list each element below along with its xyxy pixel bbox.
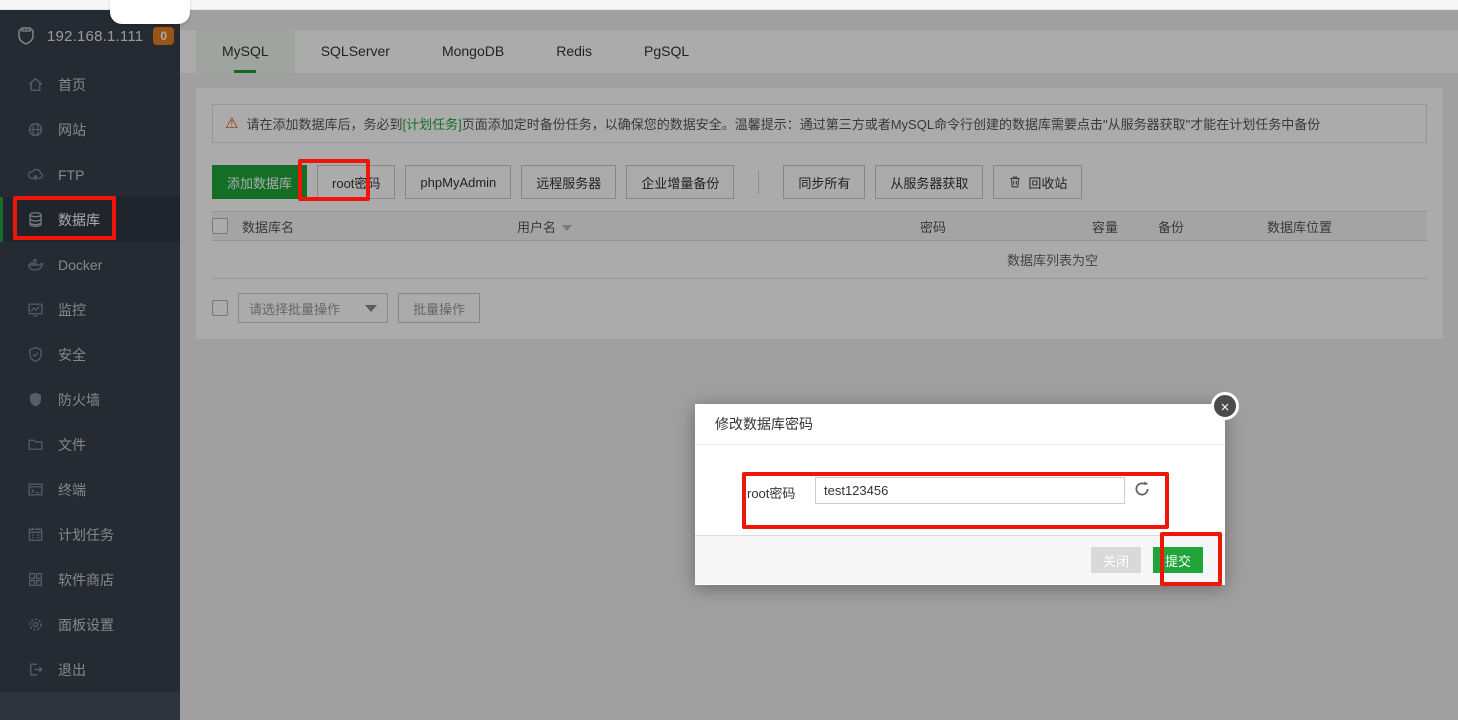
change-db-password-modal: × 修改数据库密码 root密码 关闭 提交 [695, 392, 1239, 585]
modal-footer: 关闭 提交 [695, 535, 1225, 584]
modal-submit-button[interactable]: 提交 [1152, 547, 1203, 573]
modal-title: 修改数据库密码 [695, 404, 1225, 445]
regenerate-password-icon[interactable] [1133, 480, 1151, 498]
root-password-label: root密码 [747, 486, 796, 501]
modal-close-icon[interactable]: × [1211, 392, 1239, 420]
modal-body: root密码 [695, 445, 1225, 535]
root-password-input[interactable] [815, 477, 1125, 504]
modal-dim-overlay [0, 10, 1458, 720]
browser-chrome-strip [0, 0, 1458, 10]
modal-close-button[interactable]: 关闭 [1090, 547, 1141, 573]
browser-chrome-pill [110, 0, 190, 24]
